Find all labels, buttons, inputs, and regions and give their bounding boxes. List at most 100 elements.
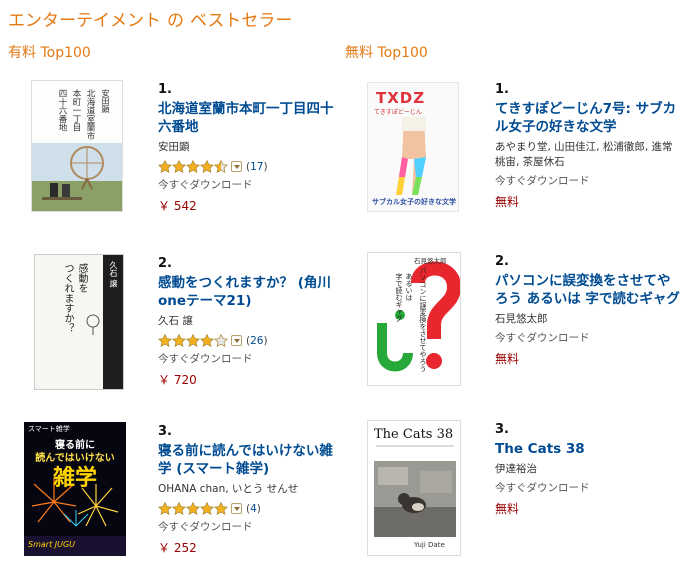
rating-row: (17) <box>158 159 343 174</box>
cover-cat-photo <box>374 461 456 537</box>
cover-logo: TXDZ <box>376 89 426 107</box>
star-icon <box>158 502 172 515</box>
star-icon <box>172 160 186 173</box>
book-title-link[interactable]: The Cats 38 <box>495 440 680 458</box>
book-info: 2. パソコンに誤変換をさせてやろう あるいは 字で読むギャグ 石見悠太郎 今す… <box>495 252 680 367</box>
book-title-link[interactable]: てきすぽどーじん7号: サブカル女子の好きな文学 <box>495 100 680 136</box>
star-icon <box>158 160 172 173</box>
cover-brand: Smart JUGU <box>28 540 76 549</box>
rank-number: 2. <box>495 254 509 269</box>
book-info: 3. The Cats 38 伊達裕治 今すぐダウンロード 無料 <box>495 420 680 517</box>
book-info: 1. 北海道室蘭市本町一丁目四十六番地 安田顕 (17) 今すぐダウンロード ￥… <box>158 80 343 214</box>
book-cover[interactable]: The Cats 38 Yuji Date <box>367 420 461 556</box>
paid-top100-heading[interactable]: 有料 Top100 <box>8 42 348 62</box>
rank-number: 2. <box>158 256 172 271</box>
page-title-main: エンターテイメント <box>8 11 161 31</box>
review-count-link[interactable]: 26 <box>250 335 263 347</box>
cover-author: 久石 譲 <box>109 261 118 288</box>
book-title-link[interactable]: 北海道室蘭市本町一丁目四十六番地 <box>158 100 343 136</box>
book-cover[interactable]: 石見悠太郎 パソコンに誤変換をさせてやろう あるいは 字で読むギャグ <box>367 252 461 386</box>
rating-dropdown-icon[interactable] <box>231 161 242 172</box>
star-icon <box>200 502 214 515</box>
rank-number: 1. <box>495 82 509 97</box>
cover-title-line: 北海道室蘭市 <box>85 89 95 140</box>
book-author: 伊達裕治 <box>495 463 537 475</box>
book-cover[interactable]: スマート雑学 寝る前に 読んではいけない 雑学 Smart JUGU <box>24 422 126 556</box>
availability-text: 今すぐダウンロード <box>158 521 253 533</box>
cover-title-line: サブカル女子の好きな文学 <box>372 198 456 206</box>
availability-text: 今すぐダウンロード <box>158 353 253 365</box>
rank-number: 3. <box>495 422 509 437</box>
star-icon <box>200 160 214 173</box>
cover-title-line: つくれますか？ <box>62 263 73 333</box>
price: ￥ 252 <box>158 541 197 555</box>
cover-author: 石見悠太郎 <box>414 257 447 265</box>
star-icon <box>172 334 186 347</box>
cover-series: スマート雑学 <box>28 425 70 433</box>
cover-author: Yuji Date <box>414 541 445 549</box>
book-author: 石見悠太郎 <box>495 313 548 325</box>
free-top100-heading[interactable]: 無料 Top100 <box>345 42 685 62</box>
list-item: The Cats 38 Yuji Date 3. The Cats 38 伊達裕… <box>345 420 685 570</box>
rating-dropdown-icon[interactable] <box>231 335 242 346</box>
book-title-link[interactable]: 感動をつくれますか？ (角川oneテーマ21) <box>158 274 343 310</box>
free-top100-column: 無料 Top100 TXDZ てきすぽどーじん サブカル女子の好きな文学 1. … <box>345 42 685 572</box>
book-cover[interactable]: 感動を つくれますか？ 久石 譲 <box>34 254 124 390</box>
list-item: 感動を つくれますか？ 久石 譲 2. 感動をつくれますか？ (角川oneテーマ… <box>8 254 348 404</box>
review-count-link[interactable]: 4 <box>250 503 257 515</box>
list-item: 石見悠太郎 パソコンに誤変換をさせてやろう あるいは 字で読むギャグ 2. パソ… <box>345 252 685 402</box>
cover-legs-art <box>396 117 426 195</box>
star-icon <box>200 334 214 347</box>
paid-top100-column: 有料 Top100 安田顕 北海道室蘭市 本町一丁目 四十六番地 1. 北海道室… <box>8 42 348 572</box>
star-rating[interactable] <box>158 334 228 347</box>
price: 無料 <box>495 502 520 516</box>
book-title-link[interactable]: 寝る前に読んではいけない雑学 (スマート雑学) <box>158 442 343 478</box>
book-info: 3. 寝る前に読んではいけない雑学 (スマート雑学) OHANA chan, い… <box>158 422 343 556</box>
cover-author: 安田顕 <box>101 89 110 113</box>
cover-question-art <box>377 261 460 372</box>
star-icon <box>186 334 200 347</box>
availability-text: 今すぐダウンロード <box>495 332 590 344</box>
book-author: 久石 譲 <box>158 315 193 327</box>
star-icon <box>172 502 186 515</box>
price: 無料 <box>495 195 520 209</box>
review-count: (17) <box>246 160 268 173</box>
page-title: エンターテイメントのベストセラー <box>8 6 292 31</box>
star-icon <box>186 502 200 515</box>
star-icon <box>158 334 172 347</box>
cover-title-line: パソコンに誤変換をさせてやろう <box>419 267 427 372</box>
list-item: スマート雑学 寝る前に 読んではいけない 雑学 Smart JUGU 3. 寝る… <box>8 422 348 572</box>
book-title-link[interactable]: パソコンに誤変換をさせてやろう あるいは 字で読むギャグ <box>495 272 680 308</box>
book-cover[interactable]: TXDZ てきすぽどーじん サブカル女子の好きな文学 <box>367 82 459 212</box>
list-item: 安田顕 北海道室蘭市 本町一丁目 四十六番地 1. 北海道室蘭市本町一丁目四十六… <box>8 80 348 230</box>
list-item: TXDZ てきすぽどーじん サブカル女子の好きな文学 1. てきすぽどーじん7号… <box>345 80 685 230</box>
rating-dropdown-icon[interactable] <box>231 503 242 514</box>
availability-text: 今すぐダウンロード <box>495 482 590 494</box>
review-count-link[interactable]: 17 <box>250 161 263 173</box>
cover-emblem <box>86 314 100 335</box>
review-count: (4) <box>246 502 261 515</box>
star-icon <box>186 160 200 173</box>
book-cover[interactable]: 安田顕 北海道室蘭市 本町一丁目 四十六番地 <box>31 80 123 212</box>
price: 無料 <box>495 352 520 366</box>
cover-photo <box>32 143 122 211</box>
cover-title-line: 本町一丁目 <box>71 89 81 132</box>
cover-title-line: あるいは <box>405 273 413 301</box>
cover-divider <box>376 445 454 447</box>
rating-row: (26) <box>158 333 343 348</box>
page-title-rest: ベストセラー <box>190 11 293 31</box>
book-info: 1. てきすぽどーじん7号: サブカル女子の好きな文学 あやまり堂, 山田佳江,… <box>495 80 680 210</box>
star-icon <box>214 502 228 515</box>
cover-title-line: 感動を <box>76 263 87 293</box>
rank-number: 1. <box>158 82 172 97</box>
cover-title: The Cats 38 <box>374 427 454 442</box>
star-rating[interactable] <box>158 502 228 515</box>
book-info: 2. 感動をつくれますか？ (角川oneテーマ21) 久石 譲 (26) 今すぐ… <box>158 254 343 388</box>
review-count: (26) <box>246 334 268 347</box>
book-author: OHANA chan, いとう せんせ <box>158 483 299 495</box>
availability-text: 今すぐダウンロード <box>495 175 590 187</box>
book-author: あやまり堂, 山田佳江, 松浦徹郎, 進常桃宙, 茶屋休石 <box>495 141 673 168</box>
cover-title-line: 四十六番地 <box>57 89 67 132</box>
star-rating[interactable] <box>158 160 228 173</box>
cover-subtitle: てきすぽどーじん <box>374 109 422 116</box>
